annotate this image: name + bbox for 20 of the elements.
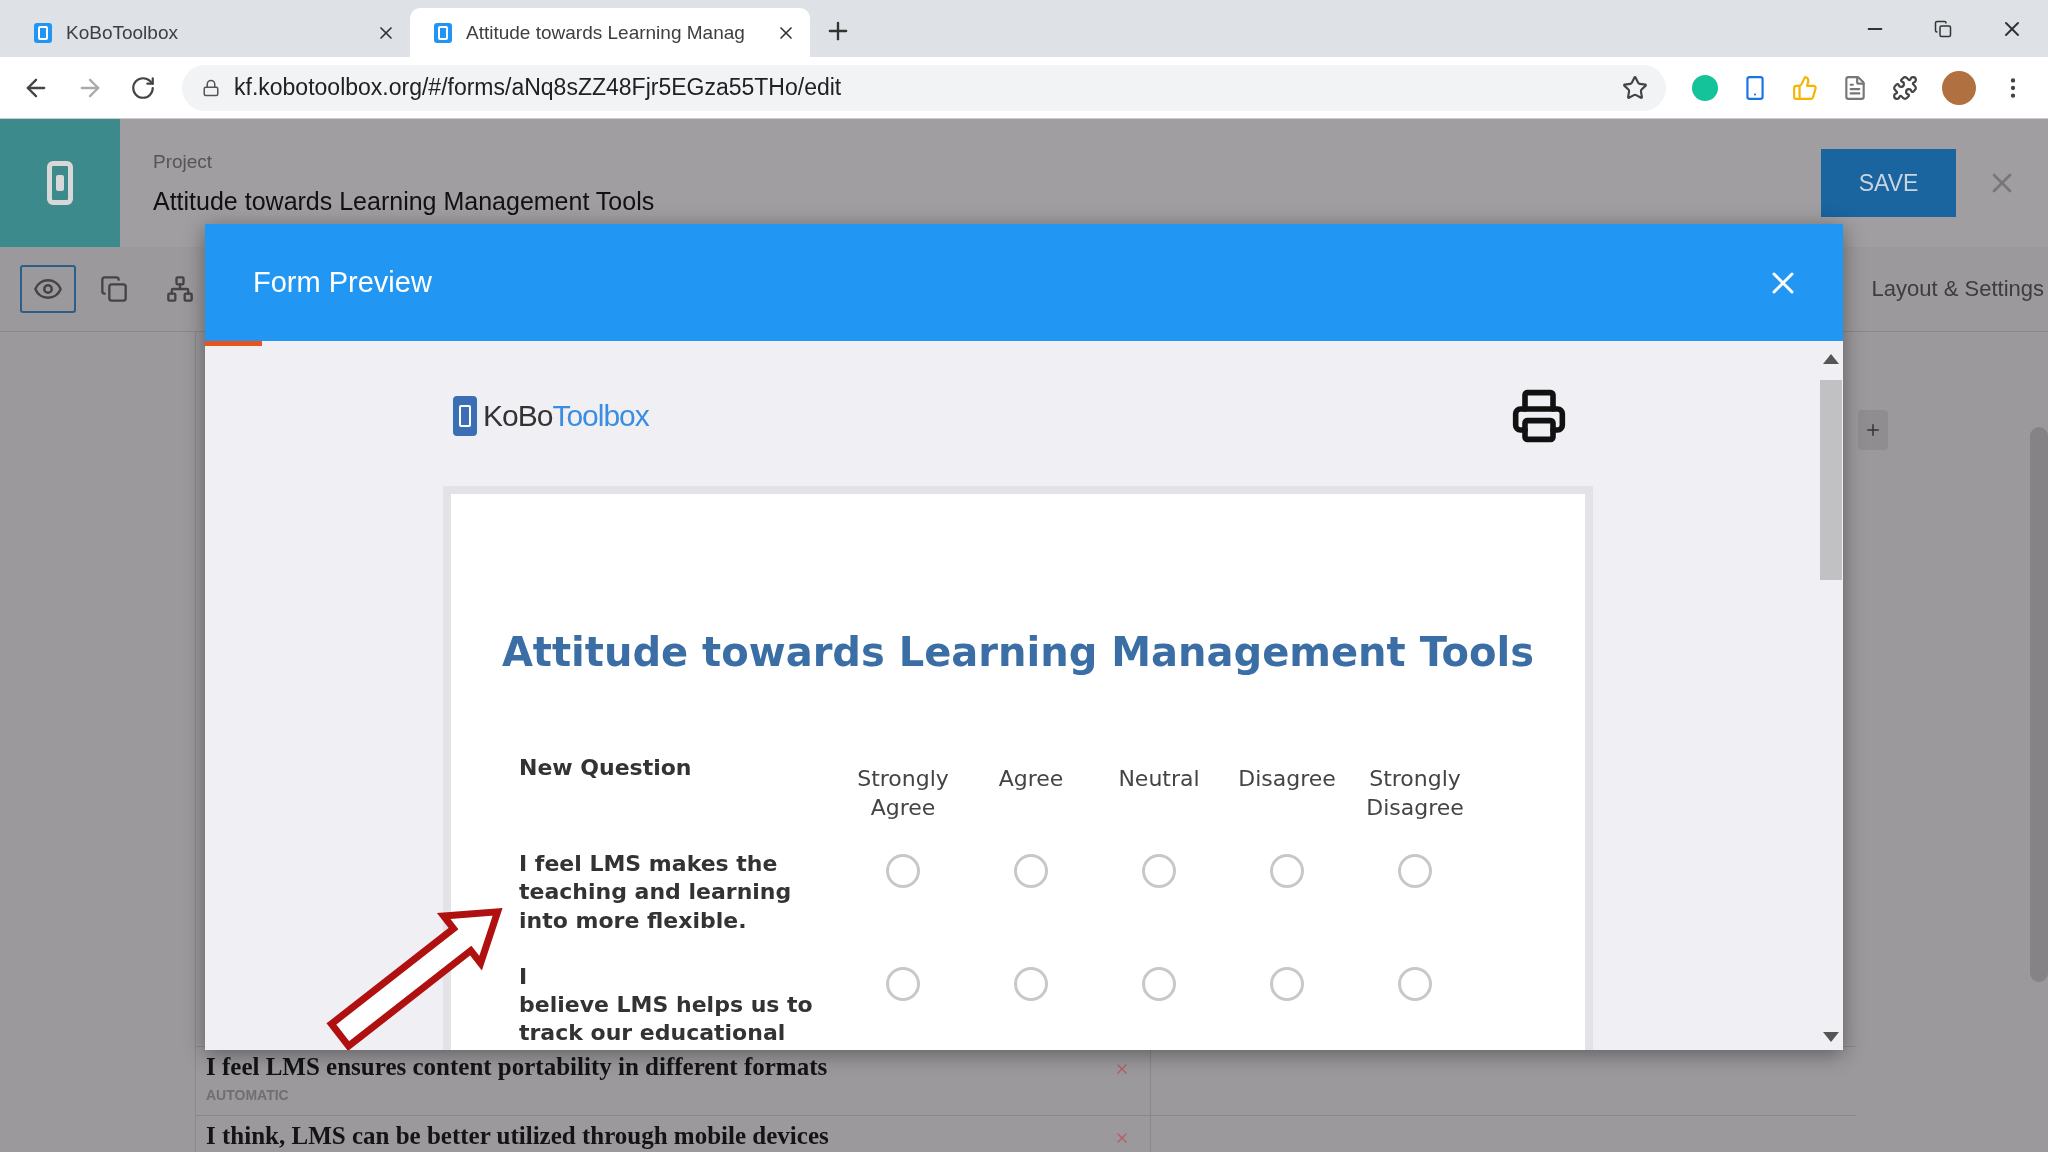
question-text[interactable]: I feel LMS ensures content portability in different formats xyxy=(206,1053,1150,1081)
statement-text: I feel LMS makes the teaching and learning into more flexible. xyxy=(519,850,793,935)
option-label: Agree xyxy=(997,765,1065,793)
brand-name: KoBoToolbox xyxy=(483,399,649,433)
form-title: Attitude towards Learning Management Tools xyxy=(500,629,1536,675)
dialog-title: Form Preview xyxy=(253,266,433,299)
question-text[interactable]: I think, LMS can be better utilized through mobile devices xyxy=(206,1122,1150,1150)
option-label: Neutral xyxy=(1117,765,1201,793)
browser-tab[interactable]: KoBoToolbox xyxy=(10,8,410,57)
layout-settings-link[interactable]: Layout & Settings xyxy=(1871,276,2044,302)
question-heading: New Question xyxy=(519,755,693,782)
option-label: Disagree xyxy=(1237,765,1337,793)
address-bar[interactable]: kf.kobotoolbox.org/#/forms/aNq8sZZ48Fjr5EGza55THo/edit xyxy=(182,64,1666,111)
option-label: Strongly Disagree xyxy=(1365,765,1465,822)
browser-tab[interactable]: Attitude towards Learning Manag xyxy=(410,8,810,57)
save-button[interactable]: SAVE xyxy=(1821,149,1956,217)
project-title[interactable]: Attitude towards Learning Management Tools xyxy=(153,186,1821,216)
option-label: Strongly Agree xyxy=(856,765,950,822)
project-label: Project xyxy=(153,150,214,173)
statement-text: I believe LMS helps us to track our educational xyxy=(519,962,814,1047)
